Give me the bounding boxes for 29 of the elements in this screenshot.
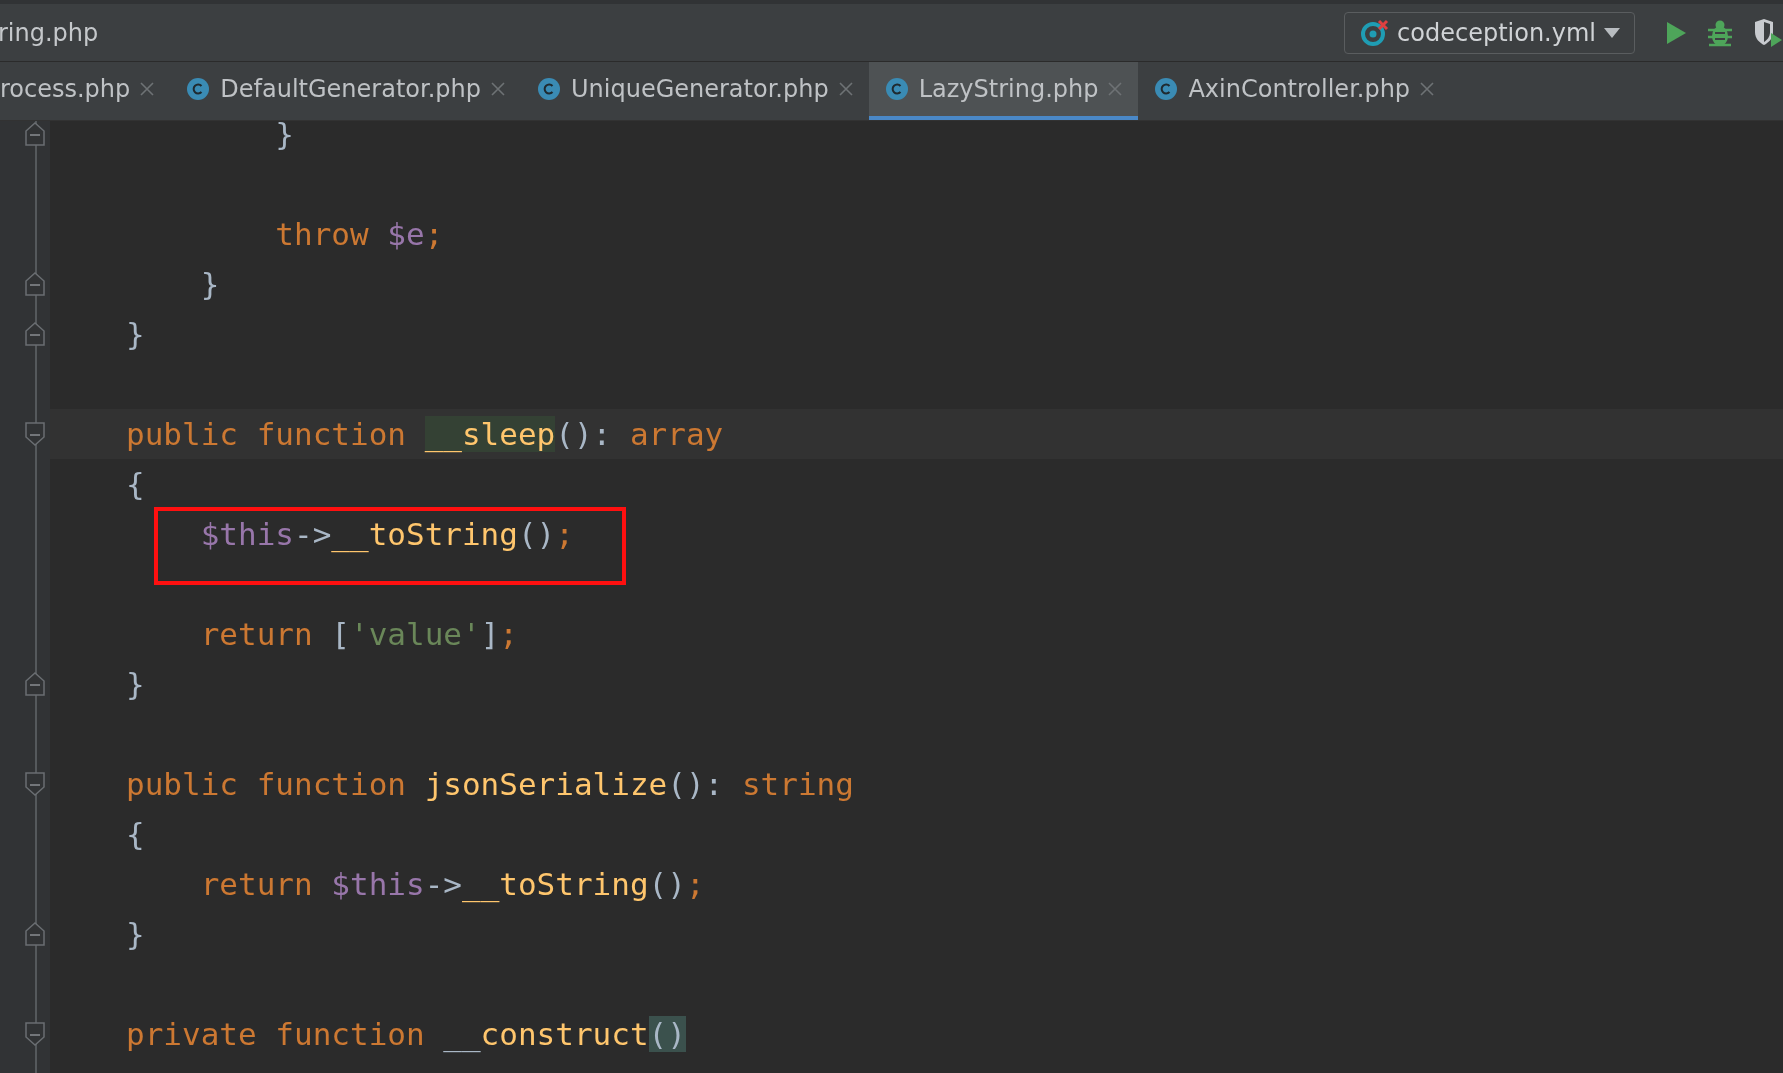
- code-line: {: [126, 816, 145, 852]
- caret-icon: [1604, 27, 1620, 38]
- close-icon[interactable]: [1420, 82, 1435, 96]
- code-line: return ['value'];: [199, 616, 518, 652]
- close-icon[interactable]: [140, 82, 155, 96]
- editor-tab[interactable]: rocess.php: [0, 62, 171, 120]
- code-line: public function __sleep(): array: [126, 416, 724, 452]
- run-configuration-dropdown[interactable]: codeception.yml: [1344, 11, 1635, 54]
- editor-tab[interactable]: UniqueGenerator.php: [521, 62, 869, 120]
- editor-tab[interactable]: AxinController.php: [1138, 62, 1451, 120]
- code-line: {: [126, 466, 145, 502]
- code-line: }: [199, 266, 220, 302]
- editor-tab[interactable]: LazyString.php: [868, 62, 1139, 120]
- codeception-icon: [1359, 17, 1390, 48]
- run-icon[interactable]: [1665, 20, 1687, 45]
- code-line: throw $e;: [274, 216, 444, 252]
- code-line: return $this->__toString();: [199, 866, 705, 902]
- code-line: private function __construct(): [126, 1016, 686, 1052]
- code-line: public function jsonSerialize(): string: [126, 766, 854, 802]
- close-icon[interactable]: [838, 82, 853, 96]
- code-line: }: [126, 316, 145, 352]
- code-line: $this->__toString();: [199, 516, 574, 552]
- code-line: }: [126, 916, 145, 952]
- close-icon[interactable]: [491, 82, 505, 96]
- window-title: ring.php: [0, 18, 99, 47]
- close-icon[interactable]: [1108, 82, 1123, 96]
- bug-icon[interactable]: [1707, 18, 1733, 47]
- code-line: }: [126, 666, 145, 702]
- shield-run-icon[interactable]: [1753, 18, 1783, 47]
